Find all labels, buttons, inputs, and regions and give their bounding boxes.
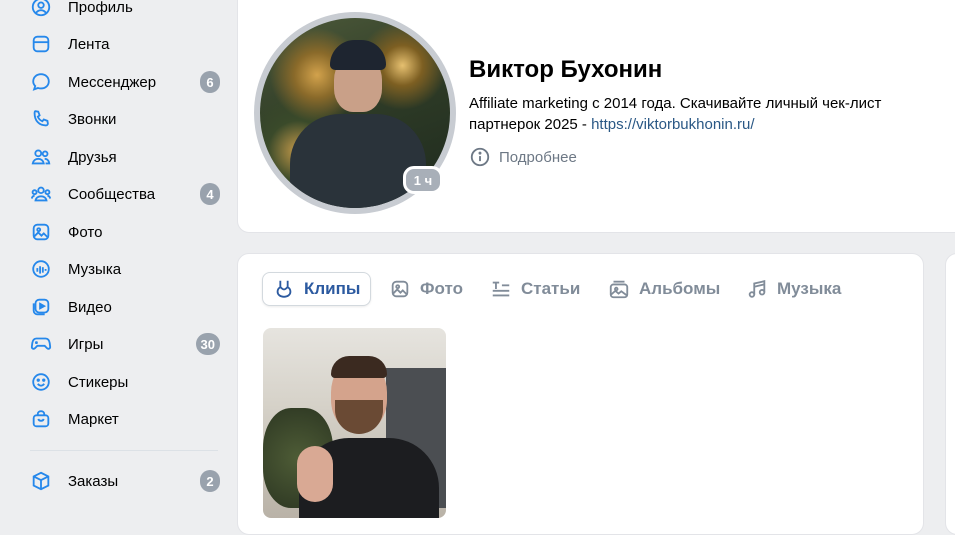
count-badge: 4 xyxy=(200,183,220,205)
tab-articles[interactable]: Статьи xyxy=(490,272,580,306)
sidebar-item-market[interactable]: Маркет xyxy=(22,402,224,436)
tab-photo[interactable]: Фото xyxy=(389,272,463,306)
sidebar-item-label: Профиль xyxy=(68,0,133,16)
sidebar-item-label: Звонки xyxy=(68,110,117,128)
smile-icon xyxy=(30,371,52,393)
box-icon xyxy=(30,470,52,492)
photo-icon xyxy=(391,280,409,298)
sidebar-item-label: Друзья xyxy=(68,148,117,166)
sidebar-item-label: Видео xyxy=(68,298,112,316)
tab-clips[interactable]: Клипы xyxy=(262,272,372,306)
count-badge: 30 xyxy=(195,333,220,355)
avatar-beanie xyxy=(330,40,386,70)
left-sidebar: Профиль Лента Мессенджер 6 Звонки Друзья… xyxy=(0,0,237,505)
story-time-badge: 1 ч xyxy=(403,166,443,194)
sidebar-item-label: Мессенджер xyxy=(68,73,157,91)
phone-icon xyxy=(30,108,52,130)
sidebar-item-video[interactable]: Видео xyxy=(22,290,224,324)
sidebar-item-label: Заказы xyxy=(68,472,119,490)
sidebar-item-calls[interactable]: Звонки xyxy=(22,102,224,136)
video-icon xyxy=(30,296,52,318)
sidebar-item-label: Игры xyxy=(68,335,104,353)
tab-label: Клипы xyxy=(304,279,361,298)
newsfeed-icon xyxy=(30,33,52,55)
tab-label: Музыка xyxy=(777,279,842,298)
info-icon xyxy=(470,147,490,167)
clips-icon xyxy=(276,280,292,298)
sidebar-item-label: Стикеры xyxy=(68,373,129,391)
sidebar-item-profile[interactable]: Профиль xyxy=(22,0,224,24)
sidebar-item-messenger[interactable]: Мессенджер 6 xyxy=(22,65,224,99)
count-badge: 2 xyxy=(200,470,220,492)
tab-label: Фото xyxy=(420,279,463,298)
clip-person-beard xyxy=(335,400,383,434)
right-column-card xyxy=(945,253,955,535)
friends-icon xyxy=(30,146,52,168)
sidebar-item-games[interactable]: Игры 30 xyxy=(22,327,224,361)
sidebar-item-label: Маркет xyxy=(68,410,119,428)
sidebar-item-orders[interactable]: Заказы 2 xyxy=(22,464,224,498)
unread-badge: 6 xyxy=(200,71,220,93)
tab-albums[interactable]: Альбомы xyxy=(608,272,720,306)
tab-label: Статьи xyxy=(521,279,581,298)
avatar-jacket xyxy=(290,114,426,208)
music-note-icon xyxy=(748,280,766,298)
sidebar-item-label: Сообщества xyxy=(68,185,156,203)
more-info-label: Подробнее xyxy=(499,148,577,166)
sidebar-item-communities[interactable]: Сообщества 4 xyxy=(22,177,224,211)
clip-person-hand xyxy=(297,446,333,502)
message-icon xyxy=(30,71,52,93)
sidebar-divider xyxy=(30,450,218,451)
albums-icon xyxy=(609,280,629,299)
sidebar-item-friends[interactable]: Друзья xyxy=(22,140,224,174)
music-icon xyxy=(30,258,52,280)
sidebar-item-label: Лента xyxy=(68,35,110,53)
user-circle-icon xyxy=(30,0,52,18)
clip-thumbnail[interactable] xyxy=(263,328,446,518)
profile-name: Виктор Бухонин xyxy=(469,56,663,83)
sidebar-item-label: Фото xyxy=(68,223,103,241)
sidebar-item-music[interactable]: Музыка xyxy=(22,252,224,286)
sidebar-item-label: Музыка xyxy=(68,260,122,278)
status-link[interactable]: https://viktorbukhonin.ru/ xyxy=(591,116,754,133)
tab-music[interactable]: Музыка xyxy=(746,272,841,306)
more-info-button[interactable]: Подробнее xyxy=(469,145,577,169)
tab-label: Альбомы xyxy=(639,279,721,298)
gamepad-icon xyxy=(30,333,52,355)
sidebar-item-photo[interactable]: Фото xyxy=(22,215,224,249)
bag-icon xyxy=(30,408,52,430)
sidebar-item-stickers[interactable]: Стикеры xyxy=(22,365,224,399)
clip-person-hair xyxy=(331,356,387,378)
sidebar-item-feed[interactable]: Лента xyxy=(22,27,224,61)
articles-icon xyxy=(492,281,510,297)
photo-icon xyxy=(30,221,52,243)
communities-icon xyxy=(30,183,52,205)
profile-status: Affiliate marketing с 2014 года. Скачива… xyxy=(469,93,939,135)
